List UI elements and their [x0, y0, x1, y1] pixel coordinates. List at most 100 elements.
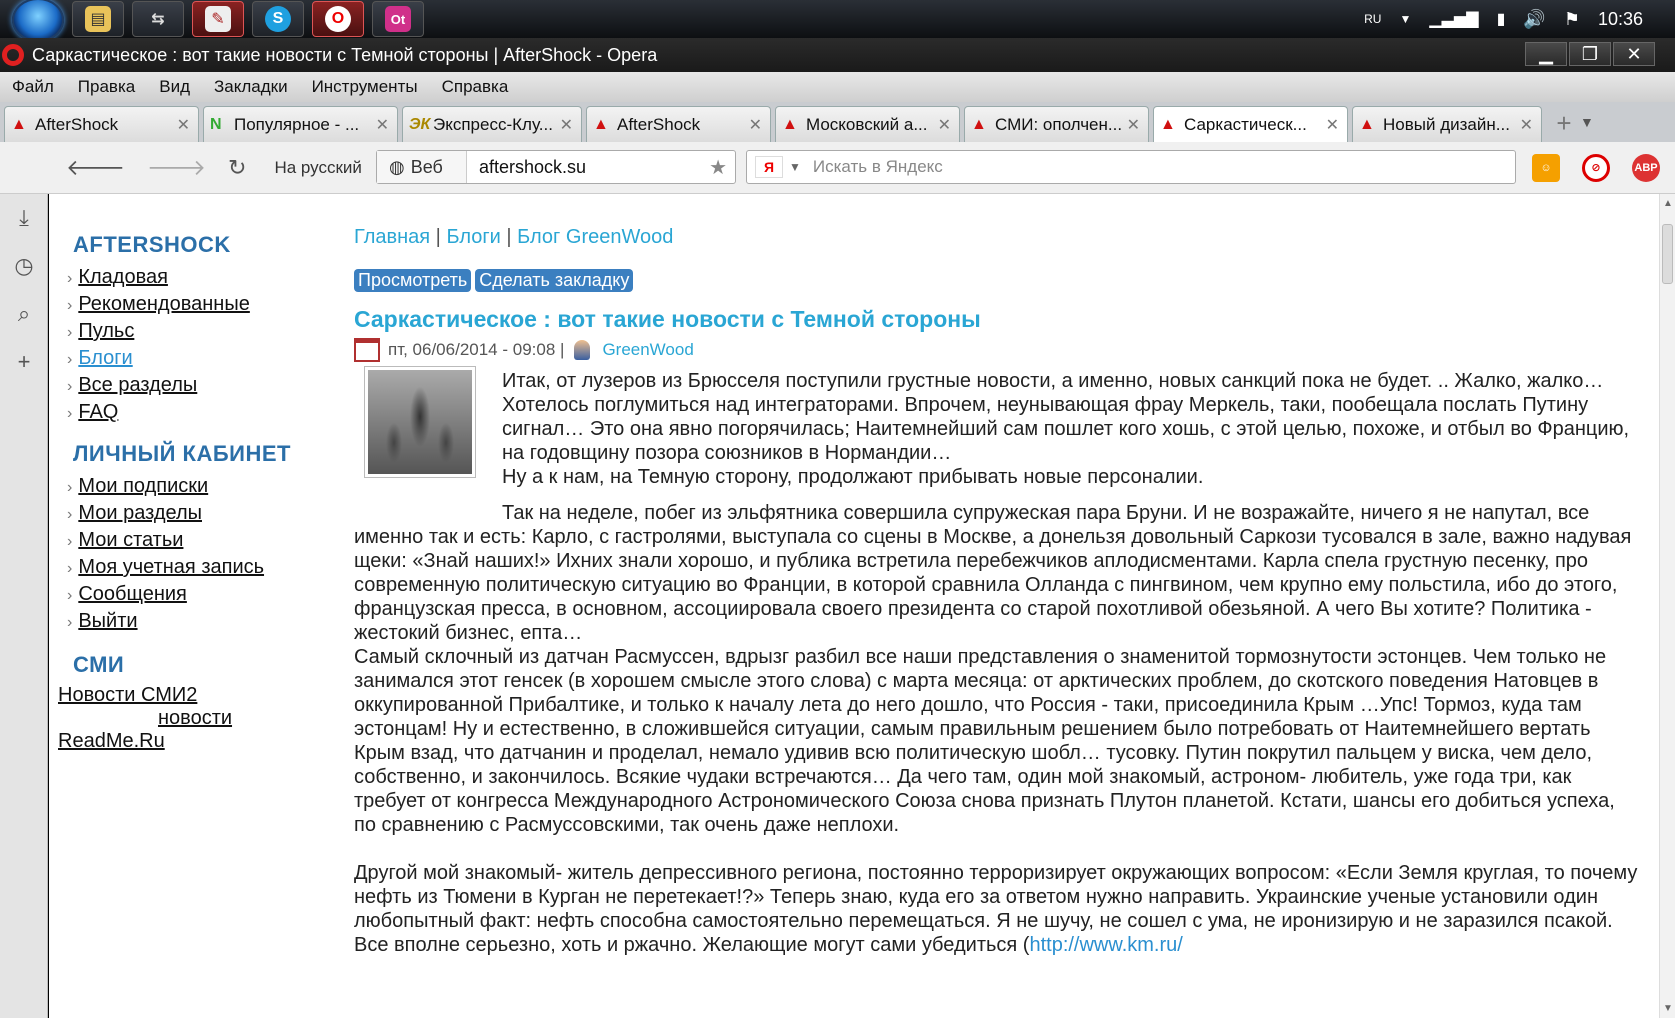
- link-my-sections[interactable]: Мои разделы: [78, 502, 202, 524]
- back-icon[interactable]: 🡐: [66, 155, 125, 181]
- close-window-button[interactable]: ✕: [1613, 42, 1655, 66]
- bookmark-button[interactable]: Сделать закладку: [475, 269, 634, 292]
- menu-tools[interactable]: Инструменты: [300, 77, 430, 97]
- scroll-up-icon[interactable]: ▲: [1663, 198, 1673, 209]
- link-storage[interactable]: Кладовая: [78, 266, 168, 288]
- tab-aftershock-2[interactable]: ▲ AfterShock ✕: [586, 106, 771, 142]
- scroll-thumb[interactable]: [1662, 224, 1673, 284]
- nav-menu-main: › Кладовая › Рекомендованные › Пульс › Блоги…: [67, 264, 250, 426]
- link-readme[interactable]: ReadMe.Ru: [58, 730, 258, 753]
- list-item: › Мои подписки: [67, 475, 209, 497]
- forward-icon[interactable]: 🡒: [147, 155, 206, 181]
- tab-close-icon[interactable]: ✕: [1127, 115, 1140, 135]
- view-button[interactable]: Просмотреть: [354, 269, 472, 292]
- language-indicator[interactable]: RU: [1364, 12, 1381, 26]
- link-logout[interactable]: Выйти: [78, 610, 137, 632]
- opera-icon: O: [325, 6, 351, 32]
- link-subscriptions[interactable]: Мои подписки: [78, 475, 208, 497]
- vertical-scrollbar[interactable]: ▲ ▼: [1659, 194, 1675, 1018]
- url-field[interactable]: aftershock.su: [467, 157, 586, 178]
- maximize-button[interactable]: ❐: [1569, 42, 1611, 66]
- translate-button[interactable]: На русский: [274, 158, 361, 178]
- breadcrumb-blog-greenwood[interactable]: Блог GreenWood: [517, 226, 673, 248]
- aftershock-favicon-icon: ▲: [1160, 115, 1176, 133]
- tab-sarcastic[interactable]: ▲ Саркастическ... ✕: [1153, 106, 1348, 142]
- menu-edit[interactable]: Правка: [66, 77, 147, 97]
- tab-close-icon[interactable]: ✕: [560, 115, 573, 135]
- tab-close-icon[interactable]: ✕: [177, 115, 190, 135]
- tab-popular[interactable]: N Популярное - ... ✕: [203, 106, 398, 142]
- menu-bookmarks[interactable]: Закладки: [202, 77, 300, 97]
- tab-close-icon[interactable]: ✕: [749, 115, 762, 135]
- express-favicon-icon: ЭК: [409, 115, 431, 133]
- menu-help[interactable]: Справка: [430, 77, 521, 97]
- menu-view[interactable]: Вид: [147, 77, 202, 97]
- yandex-icon[interactable]: Я: [755, 156, 783, 178]
- taskbar-app-network[interactable]: ⇆: [132, 1, 184, 37]
- tab-smi[interactable]: ▲ СМИ: ополчен... ✕: [964, 106, 1149, 142]
- post-author[interactable]: GreenWood: [602, 340, 693, 360]
- list-item: › Моя учетная запись: [67, 556, 265, 578]
- extension-icon[interactable]: ☺: [1532, 154, 1560, 182]
- link-my-articles[interactable]: Мои статьи: [78, 529, 183, 551]
- adblock-icon[interactable]: ABP: [1632, 154, 1660, 182]
- post-title[interactable]: Саркастическое : вот такие новости с Тем…: [354, 306, 981, 333]
- taskbar-app-explorer[interactable]: ▤: [72, 1, 124, 37]
- link-faq[interactable]: FAQ: [78, 401, 118, 423]
- bookmark-star-icon[interactable]: ★: [709, 155, 727, 180]
- link-smi2-news[interactable]: Новости СМИ2: [58, 684, 258, 707]
- link-messages[interactable]: Сообщения: [78, 583, 187, 605]
- breadcrumb-blogs[interactable]: Блоги: [446, 226, 500, 248]
- search-input[interactable]: Искать в Яндекс: [813, 157, 943, 177]
- user-icon: [574, 340, 591, 360]
- signal-icon[interactable]: ▁▃▅▇: [1429, 9, 1478, 29]
- site-info-button[interactable]: ◍ Веб: [377, 151, 467, 183]
- clock[interactable]: 10:36: [1598, 9, 1643, 30]
- start-button[interactable]: [12, 0, 64, 42]
- tab-close-icon[interactable]: ✕: [1520, 115, 1533, 135]
- search-box[interactable]: Я ▼ Искать в Яндекс: [746, 150, 1516, 184]
- reload-icon[interactable]: ↻: [228, 155, 246, 181]
- taskbar-app-odnoklassniki[interactable]: Ot: [372, 1, 424, 37]
- flag-icon[interactable]: ⚑: [1564, 9, 1580, 30]
- history-icon[interactable]: ◷: [0, 242, 48, 290]
- tab-aftershock-1[interactable]: ▲ AfterShock ✕: [4, 106, 199, 142]
- tab-new-design[interactable]: ▲ Новый дизайн... ✕: [1352, 106, 1542, 142]
- external-link[interactable]: http://www.km.ru/: [1029, 934, 1182, 956]
- battery-icon[interactable]: ▮: [1497, 9, 1506, 29]
- list-item: › Сообщения: [67, 583, 187, 605]
- post-paragraph-4: Другой мой знакомый- житель депрессивног…: [354, 862, 1638, 956]
- volume-icon[interactable]: 🔊: [1523, 9, 1545, 30]
- network-icon: ⇆: [151, 11, 165, 28]
- tab-close-icon[interactable]: ✕: [1326, 115, 1339, 135]
- taskbar-app-tool[interactable]: ✎: [192, 1, 244, 37]
- taskbar-app-opera[interactable]: O: [312, 1, 364, 37]
- tab-moscow[interactable]: ▲ Московский а... ✕: [775, 106, 960, 142]
- new-tab-button[interactable]: +: [1548, 109, 1580, 139]
- link-all-sections[interactable]: Все разделы: [78, 374, 197, 396]
- breadcrumb-home[interactable]: Главная: [354, 226, 430, 248]
- menu-file[interactable]: Файл: [0, 77, 66, 97]
- tab-express-club[interactable]: ЭК Экспресс-Клу... ✕: [402, 106, 582, 142]
- link-news[interactable]: новости: [58, 707, 258, 730]
- aftershock-favicon-icon: ▲: [971, 115, 987, 133]
- nav-menu-cabinet: › Мои подписки › Мои разделы › Мои статьи ›…: [67, 473, 264, 635]
- tab-list-icon[interactable]: ▼: [1580, 114, 1604, 130]
- taskbar-app-skype[interactable]: S: [252, 1, 304, 37]
- minimize-button[interactable]: ▁: [1525, 42, 1567, 66]
- tray-expand-icon[interactable]: ▼: [1399, 12, 1411, 26]
- list-item: › Мои разделы: [67, 502, 202, 524]
- downloads-icon[interactable]: ⤓: [0, 194, 48, 242]
- add-panel-icon[interactable]: +: [0, 338, 48, 386]
- link-pulse[interactable]: Пульс: [78, 320, 134, 342]
- block-icon[interactable]: ⊘: [1582, 154, 1610, 182]
- search-engine-dropdown-icon[interactable]: ▼: [789, 160, 801, 174]
- link-account[interactable]: Моя учетная запись: [78, 556, 264, 578]
- scroll-down-icon[interactable]: ▼: [1663, 1003, 1673, 1014]
- link-blogs[interactable]: Блоги: [78, 347, 132, 369]
- link-recommended[interactable]: Рекомендованные: [78, 293, 250, 315]
- tab-close-icon[interactable]: ✕: [376, 115, 389, 135]
- search-icon[interactable]: ⌕: [0, 290, 48, 338]
- tab-close-icon[interactable]: ✕: [938, 115, 951, 135]
- address-bar[interactable]: ◍ Веб aftershock.su ★: [376, 150, 736, 184]
